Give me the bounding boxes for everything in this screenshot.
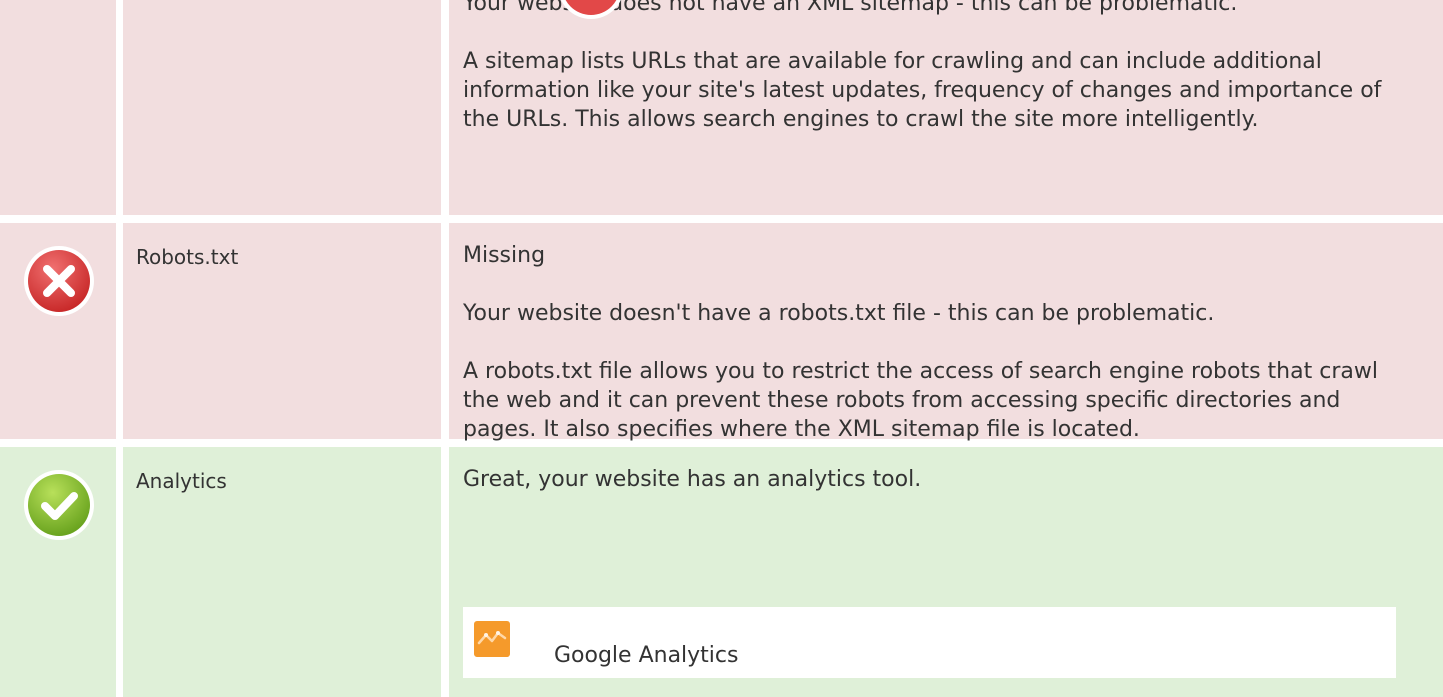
sitemap-label-cell: [123, 0, 441, 215]
robots-problem-text: Your website doesn't have a robots.txt f…: [463, 301, 1215, 326]
sitemap-explanation-text: A sitemap lists URLs that are available …: [463, 49, 1382, 132]
robots-label-cell: Robots.txt: [123, 223, 441, 439]
analytics-description: Great, your website has an analytics too…: [463, 465, 1413, 523]
analytics-status-cell: [0, 447, 116, 697]
robots-status-cell: [0, 223, 116, 439]
sitemap-row: Your website does not have an XML sitema…: [0, 0, 1443, 215]
google-analytics-icon: [474, 621, 510, 657]
sitemap-status-cell: [0, 0, 116, 215]
robots-content-cell: Missing Your website doesn't have a robo…: [449, 223, 1443, 442]
analytics-label-cell: Analytics: [123, 447, 441, 697]
analytics-label: Analytics: [136, 469, 227, 493]
seo-report-table: Your website does not have an XML sitema…: [0, 0, 1443, 697]
robots-row: Robots.txt Missing Your website doesn't …: [0, 223, 1443, 442]
sitemap-content-cell: Your website does not have an XML sitema…: [449, 0, 1443, 215]
analytics-tool-item: Google Analytics: [463, 607, 1396, 678]
error-x-icon: [24, 246, 94, 316]
analytics-summary: Great, your website has an analytics too…: [463, 467, 922, 492]
analytics-tool-name: Google Analytics: [554, 643, 739, 668]
robots-description: Missing Your website doesn't have a robo…: [463, 241, 1413, 473]
robots-label: Robots.txt: [136, 245, 239, 269]
sitemap-description: Your website does not have an XML sitema…: [463, 0, 1413, 163]
robots-value: Missing: [463, 243, 546, 268]
robots-explanation-text: A robots.txt file allows you to restrict…: [463, 359, 1378, 442]
success-check-icon: [24, 470, 94, 540]
error-x-icon: [561, 0, 621, 19]
